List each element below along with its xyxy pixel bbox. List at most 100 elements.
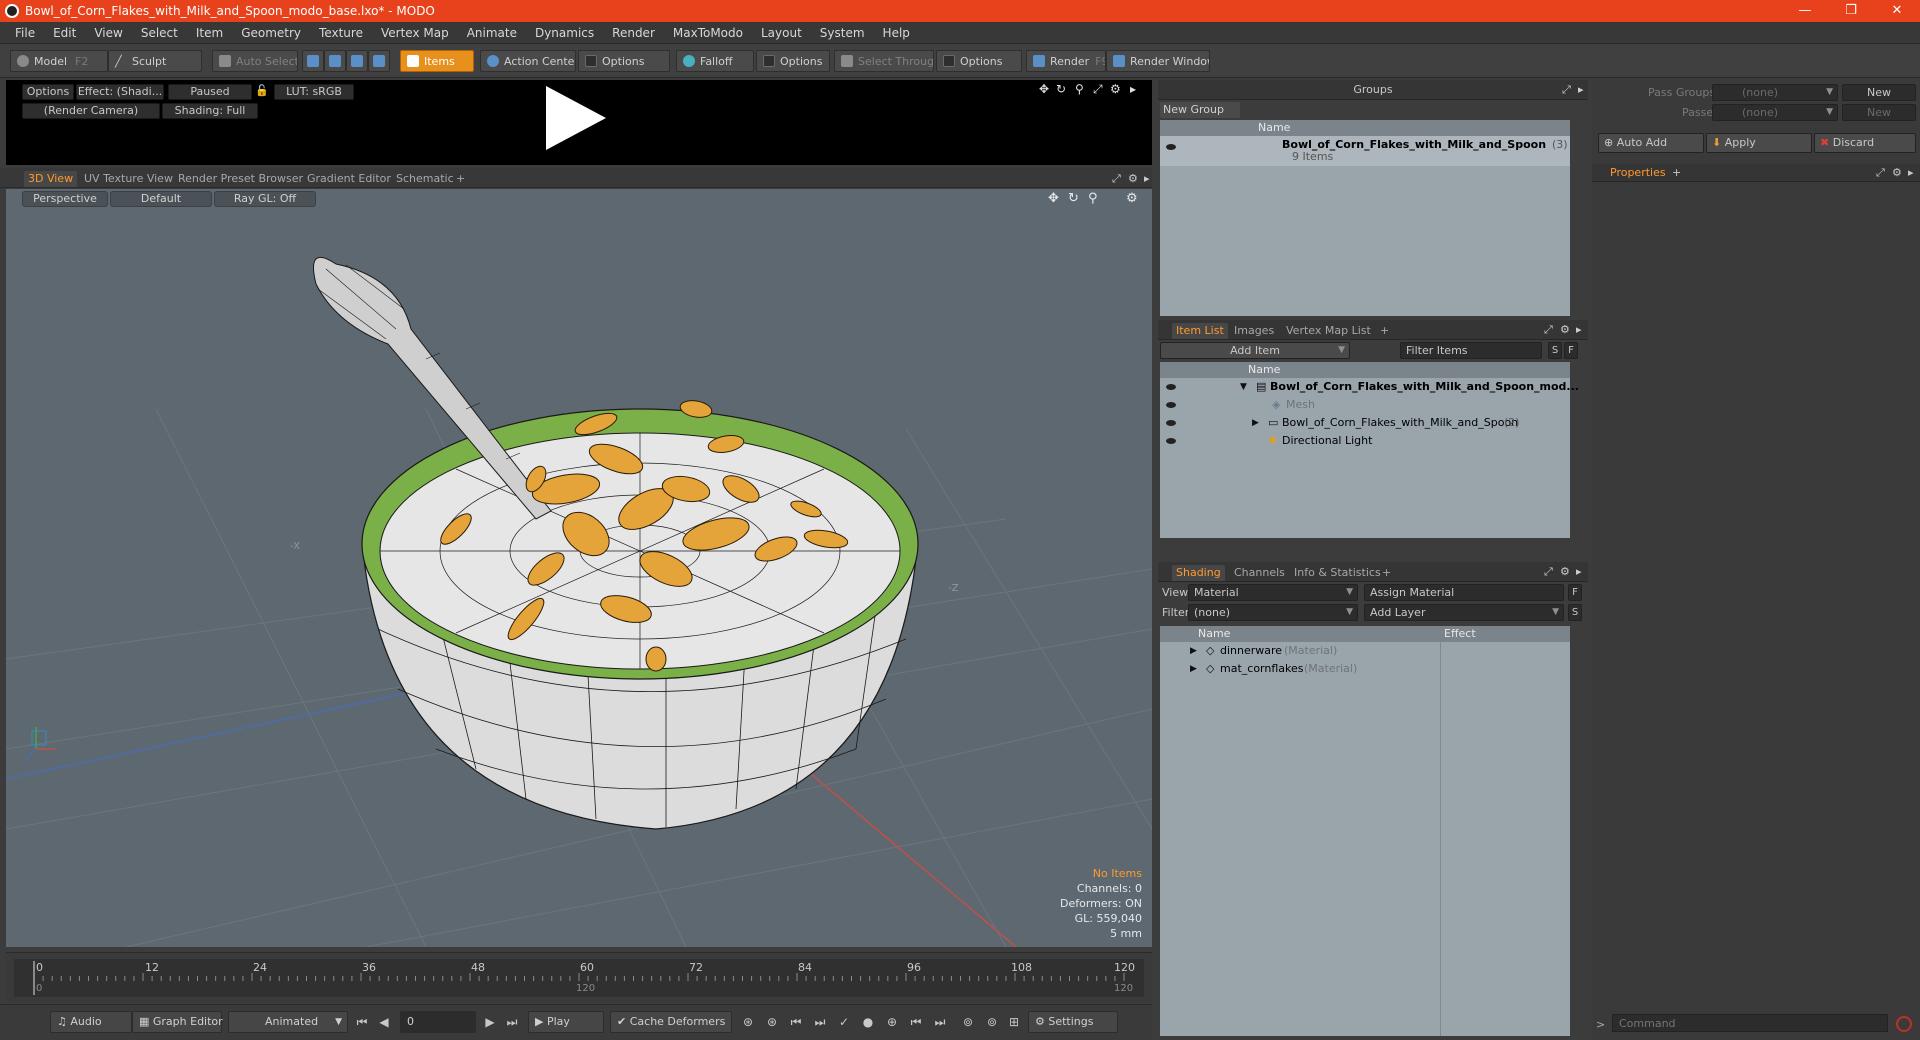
preview-paused-button[interactable]: Paused [168,84,252,100]
shader-row-dinnerware[interactable]: ▶ ◇ dinnerware (Material) [1160,642,1570,660]
shader-row-cornflakes[interactable]: ▶ ◇ mat_cornflakes (Material) [1160,660,1570,678]
menu-help[interactable]: Help [874,26,919,40]
expand-icon[interactable]: ⤢ [1544,323,1553,337]
chevron-down-icon[interactable]: ▼ [1240,378,1247,396]
layer-icon[interactable]: ⊚ [960,1015,976,1029]
arrow-right-icon[interactable]: ▸ [1140,171,1154,187]
animated-dropdown[interactable]: Animated ▼ [228,1011,348,1033]
materials-mode-button[interactable] [368,50,390,72]
zoom-icon[interactable]: ⚲ [1075,82,1084,96]
gear-icon[interactable]: ⚙ [1110,82,1121,96]
menu-texture[interactable]: Texture [310,26,372,40]
stop-command-icon[interactable] [1896,1016,1912,1032]
menu-select[interactable]: Select [132,26,187,40]
menu-animate[interactable]: Animate [458,26,526,40]
tab-channels[interactable]: Channels [1230,565,1289,581]
tab-vertex-map-list[interactable]: Vertex Map List [1282,323,1375,339]
tab-properties[interactable]: Properties [1610,166,1666,179]
preview-camera-dropdown[interactable]: (Render Camera) [22,103,160,119]
expand-icon[interactable]: ⤢ [1093,82,1103,97]
menu-vertex-map[interactable]: Vertex Map [372,26,458,40]
add-tab-button[interactable]: + [1378,565,1395,581]
timeline-ruler[interactable]: 0 12 24 36 48 60 72 84 96 108 120 0 120 … [14,959,1144,997]
arrow-right-icon[interactable]: ▸ [1908,166,1914,179]
preview-effect-dropdown[interactable]: Effect: (Shadi... [76,84,164,100]
passes-dropdown[interactable]: (none) ▼ [1712,104,1838,121]
gear-icon[interactable]: ⚙ [1560,565,1570,578]
channel-icon[interactable]: ⊞ [1006,1015,1022,1029]
first-frame-icon[interactable]: ⏮ [354,1015,370,1029]
add-tab-button[interactable]: + [1672,166,1681,179]
discard-button[interactable]: ✖ Discard [1814,133,1916,153]
arrow-right-icon[interactable]: ▸ [1130,82,1136,96]
item-row-scene[interactable]: ▼ ▤ Bowl_of_Corn_Flakes_with_Milk_and_Sp… [1160,378,1579,396]
item-row-light[interactable]: ✹ Directional Light [1160,432,1570,450]
chevron-right-icon[interactable]: ▶ [1252,414,1259,432]
key-all-icon[interactable]: ⊛ [764,1015,780,1029]
expand-icon[interactable]: ⤢ [1876,166,1885,180]
lock-icon[interactable]: 🔓 [254,84,270,100]
maximize-button[interactable]: ❐ [1828,0,1874,22]
select-through-button[interactable]: Select Through [834,50,934,72]
group-row[interactable]: Bowl_of_Corn_Flakes_with_Milk_and_Spoon … [1160,136,1570,166]
arrow-right-icon[interactable]: ▸ [1576,323,1582,336]
prev-frame-icon[interactable]: ◀ [376,1015,392,1029]
action-center-button[interactable]: Action Center [480,50,576,72]
tab-item-list[interactable]: Item List [1172,323,1228,339]
edges-mode-button[interactable] [324,50,346,72]
chevron-right-icon[interactable]: ▶ [1190,642,1197,660]
menu-dynamics[interactable]: Dynamics [526,26,603,40]
apply-button[interactable]: ⬇ Apply [1706,133,1812,153]
record-icon[interactable]: ● [860,1015,876,1029]
layer-options-icon[interactable]: ⊚ [984,1015,1000,1029]
jump-end-icon[interactable]: ⏭ [932,1015,948,1029]
pass-groups-dropdown[interactable]: (none) ▼ [1712,84,1838,101]
new-group-button[interactable]: New Group [1160,102,1240,118]
tab-gradient-editor[interactable]: Gradient Editor [303,171,395,187]
move-icon[interactable]: ✥ [1039,82,1049,96]
arrow-right-icon[interactable]: ▸ [1576,565,1582,578]
auto-select-button[interactable]: Auto Select [212,50,298,72]
eye-icon[interactable] [1166,438,1176,444]
cache-deformers-button[interactable]: ✔ Cache Deformers [610,1011,732,1033]
groups-list[interactable]: Name Bowl_of_Corn_Flakes_with_Milk_and_S… [1160,120,1570,316]
menu-item[interactable]: Item [187,26,232,40]
eye-icon[interactable] [1166,420,1176,426]
preview-shading-dropdown[interactable]: Shading: Full [162,103,258,119]
filter-dropdown[interactable]: (none) ▼ [1188,604,1358,621]
eye-icon[interactable] [1166,384,1176,390]
close-button[interactable]: ✕ [1874,0,1920,22]
preview-options-button[interactable]: Options [22,84,74,100]
next-frame-icon[interactable]: ▶ [482,1015,498,1029]
render-button[interactable]: Render F9 [1026,50,1106,72]
menu-maxtomodo[interactable]: MaxToModo [664,26,752,40]
menu-view[interactable]: View [85,26,131,40]
filter-f-button[interactable]: F [1564,342,1578,359]
auto-add-button[interactable]: ⊕ Auto Add [1598,133,1704,153]
chevron-right-icon[interactable]: ▶ [1190,660,1197,678]
render-window-button[interactable]: Render Window [1106,50,1210,72]
settings-button[interactable]: ⚙ Settings [1028,1011,1118,1033]
falloff-options-button[interactable]: Options [756,50,830,72]
tab-schematic[interactable]: Schematic [392,171,458,187]
graph-editor-button[interactable]: ▦ Graph Editor [132,1011,223,1033]
filter-s-button[interactable]: S [1548,342,1562,359]
add-item-dropdown[interactable]: Add Item ▼ [1160,342,1350,359]
falloff-button[interactable]: Falloff [676,50,754,72]
tab-info-statistics[interactable]: Info & Statistics [1290,565,1385,581]
item-tree[interactable]: Name ▼ ▤ Bowl_of_Corn_Flakes_with_Milk_a… [1160,362,1579,538]
arrow-right-icon[interactable]: ▸ [1578,83,1584,96]
3d-viewport[interactable]: Perspective Default Ray GL: Off ✥ ↻ ⚲ ⚙ [6,189,1152,947]
shader-tree[interactable]: Name Effect ▶ ◇ dinnerware (Material) ▶ … [1160,626,1570,1036]
sculpt-mode-button[interactable]: ╱ Sculpt [108,50,202,72]
model-mode-button[interactable]: Model F2 [10,50,108,72]
select-through-options-button[interactable]: Options [936,50,1022,72]
refresh-icon[interactable]: ↻ [1056,82,1066,96]
item-row-mesh[interactable]: ◈ Mesh [1160,396,1570,414]
preview-lut-dropdown[interactable]: LUT: sRGB [274,84,354,100]
command-input[interactable] [1612,1014,1888,1032]
menu-render[interactable]: Render [603,26,664,40]
gear-icon[interactable]: ⚙ [1892,166,1902,179]
shading-f-button[interactable]: F [1568,584,1582,601]
expand-icon[interactable]: ⤢ [1108,171,1125,187]
